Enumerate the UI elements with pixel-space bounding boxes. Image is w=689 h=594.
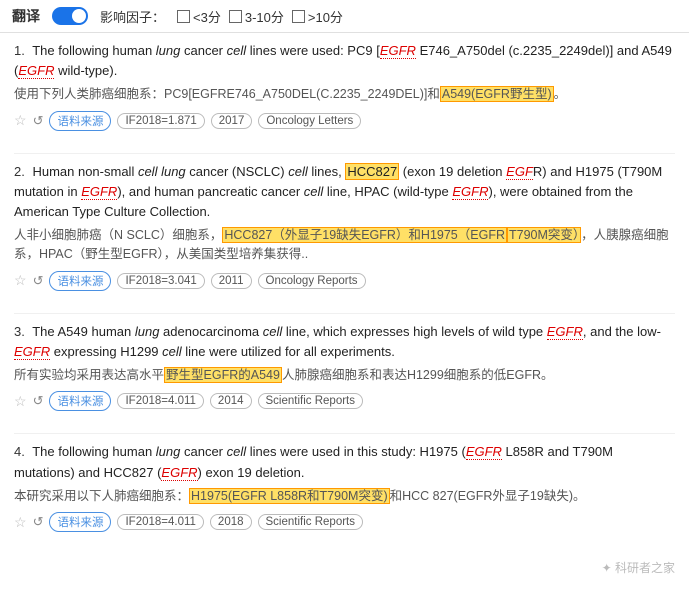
filter-3to10[interactable]: 3-10分	[229, 7, 284, 26]
star-icon-1[interactable]: ☆	[14, 112, 27, 129]
gene-egfr-1b: EGFR	[18, 63, 54, 79]
gene-egfr-1a: EGFR	[380, 43, 416, 59]
if-badge-4: IF2018=4.011	[117, 514, 203, 530]
checkbox-3to10[interactable]	[229, 10, 242, 23]
refresh-icon-2[interactable]: ↺	[33, 273, 44, 289]
refresh-icon-4[interactable]: ↺	[33, 514, 44, 530]
gene-egfr-3b: EGFR	[14, 344, 50, 360]
gene-egfr-4b: EGFR	[161, 465, 197, 481]
result-item-3: 3. The A549 human lung adenocarcinoma ce…	[14, 322, 675, 416]
highlight-3: 野生型EGFR的A549	[164, 367, 282, 383]
keyword-cell-2: cell	[288, 164, 308, 179]
source-badge-3[interactable]: 语料来源	[49, 391, 111, 411]
filter-lt3[interactable]: <3分	[177, 7, 221, 26]
filter-group: <3分 3-10分 >10分	[177, 7, 343, 26]
result-4-en: 4. The following human lung cancer cell …	[14, 442, 675, 482]
year-badge-2: 2011	[211, 273, 252, 289]
star-icon-4[interactable]: ☆	[14, 514, 27, 531]
source-badge-2[interactable]: 语料来源	[49, 271, 111, 291]
translate-label: 翻译	[12, 6, 40, 26]
gene-egfr-2c: EGFR	[452, 184, 488, 200]
keyword-cell-4: cell	[227, 444, 247, 459]
result-1-zh: 使用下列人类肺癌细胞系：PC9[EGFRE746_A750DEL(C.2235_…	[14, 85, 675, 104]
keyword-cell-3: cell	[263, 324, 283, 339]
checkbox-lt3[interactable]	[177, 10, 190, 23]
gene-egfr-2a: EGF	[506, 164, 533, 180]
journal-badge-1: Oncology Letters	[258, 113, 361, 129]
watermark-text: 科研者之家	[615, 561, 675, 575]
result-item-2: 2. Human non-small cell lung cancer (NSC…	[14, 162, 675, 295]
keyword-lung-4: lung	[156, 444, 181, 459]
result-2-en: 2. Human non-small cell lung cancer (NSC…	[14, 162, 675, 222]
if-badge-3: IF2018=4.011	[117, 393, 203, 409]
divider-1	[14, 153, 675, 154]
if-badge-1: IF2018=1.871	[117, 113, 204, 129]
keyword-cell-1: cell	[227, 43, 247, 58]
filter-gt10[interactable]: >10分	[292, 7, 343, 26]
keyword-lung-3: lung	[135, 324, 160, 339]
divider-2	[14, 313, 675, 314]
journal-badge-4: Scientific Reports	[258, 514, 363, 530]
result-item-4: 4. The following human lung cancer cell …	[14, 442, 675, 536]
result-2-number: 2.	[14, 164, 25, 179]
highlight-4: H1975(EGFR L858R和T790M突变)	[189, 488, 390, 504]
highlight-hcc827: HCC827	[345, 163, 399, 180]
result-3-number: 3.	[14, 324, 25, 339]
year-badge-3: 2014	[210, 393, 252, 409]
divider-3	[14, 433, 675, 434]
keyword-cellung-2: cell lung	[138, 164, 186, 179]
result-2-meta: ☆ ↺ 语料来源 IF2018=3.041 2011 Oncology Repo…	[14, 271, 675, 291]
star-icon-2[interactable]: ☆	[14, 272, 27, 289]
result-4-meta: ☆ ↺ 语料来源 IF2018=4.011 2018 Scientific Re…	[14, 512, 675, 532]
keyword-cell-3b: cell	[162, 344, 182, 359]
filter-gt10-label: >10分	[308, 7, 343, 26]
refresh-icon-3[interactable]: ↺	[33, 393, 44, 409]
translate-toggle[interactable]	[52, 7, 88, 25]
header-bar: 翻译 影响因子： <3分 3-10分 >10分	[0, 0, 689, 33]
highlight-2: HCC827（外显子19缺失EGFR）和H1975（EGFR	[222, 227, 507, 243]
source-badge-1[interactable]: 语料来源	[49, 111, 111, 131]
result-4-zh: 本研究采用以下人肺癌细胞系：H1975(EGFR L858R和T790M突变)和…	[14, 487, 675, 506]
source-badge-4[interactable]: 语料来源	[49, 512, 111, 532]
year-badge-4: 2018	[210, 514, 252, 530]
highlight-2b: T790M突变）	[507, 227, 581, 243]
result-2-zh: 人非小细胞肺癌（N SCLC）细胞系，HCC827（外显子19缺失EGFR）和H…	[14, 226, 675, 265]
filter-3to10-label: 3-10分	[245, 7, 284, 26]
gene-egfr-2b: EGFR	[81, 184, 117, 200]
result-3-en: 3. The A549 human lung adenocarcinoma ce…	[14, 322, 675, 362]
result-3-zh: 所有实验均采用表达高水平野生型EGFR的A549人肺腺癌细胞系和表达H1299细…	[14, 366, 675, 385]
keyword-cell-2b: cell	[304, 184, 324, 199]
year-badge-1: 2017	[211, 113, 253, 129]
journal-badge-2: Oncology Reports	[258, 273, 366, 289]
if-badge-2: IF2018=3.041	[117, 273, 204, 289]
gene-egfr-3a: EGFR	[547, 324, 583, 340]
result-1-number: 1.	[14, 43, 25, 58]
impact-label: 影响因子：	[100, 7, 165, 26]
refresh-icon-1[interactable]: ↺	[33, 113, 44, 129]
star-icon-3[interactable]: ☆	[14, 393, 27, 410]
watermark-icon: ✦	[602, 561, 612, 575]
result-item-1: 1. The following human lung cancer cell …	[14, 41, 675, 135]
result-4-number: 4.	[14, 444, 25, 459]
result-1-en: 1. The following human lung cancer cell …	[14, 41, 675, 81]
result-1-meta: ☆ ↺ 语料来源 IF2018=1.871 2017 Oncology Lett…	[14, 111, 675, 131]
checkbox-gt10[interactable]	[292, 10, 305, 23]
journal-badge-3: Scientific Reports	[258, 393, 363, 409]
filter-lt3-label: <3分	[193, 7, 221, 26]
main-content: 1. The following human lung cancer cell …	[0, 33, 689, 562]
gene-egfr-4a: EGFR	[466, 444, 502, 460]
keyword-lung-1: lung	[156, 43, 181, 58]
result-3-meta: ☆ ↺ 语料来源 IF2018=4.011 2014 Scientific Re…	[14, 391, 675, 411]
highlight-1: A549(EGFR野生型)	[440, 86, 554, 102]
toggle-knob	[72, 9, 86, 23]
